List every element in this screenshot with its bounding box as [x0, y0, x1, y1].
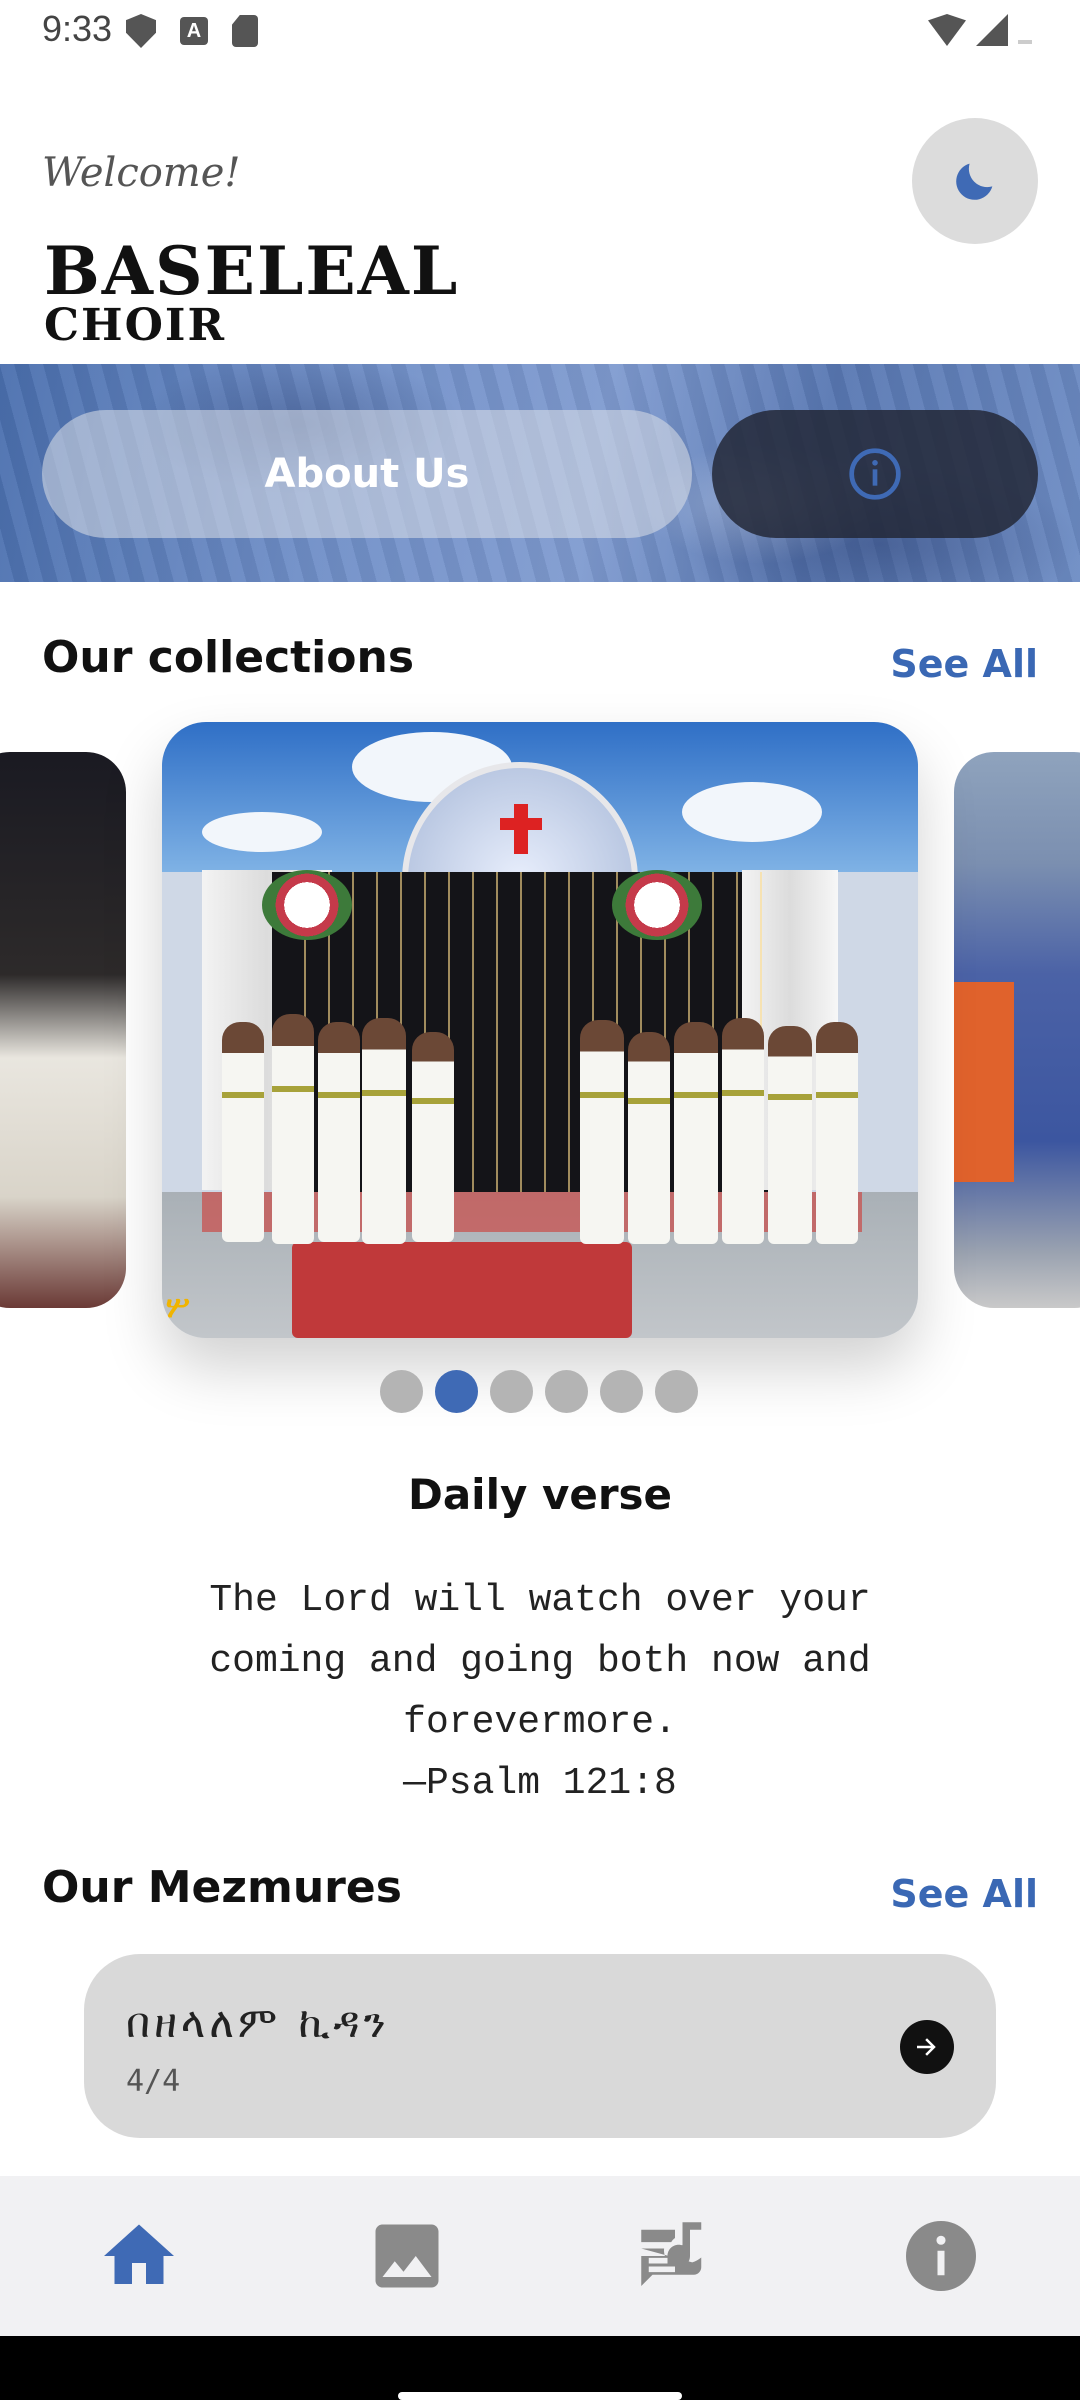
image-icon — [375, 2224, 439, 2288]
daily-verse-text: The Lord will watch over your coming and… — [140, 1570, 940, 1814]
wifi-icon — [928, 14, 966, 46]
carousel-dot[interactable] — [600, 1370, 643, 1413]
battery-icon — [1018, 40, 1032, 44]
choir-watermark: ሦ — [166, 1290, 190, 1325]
sd-card-icon — [232, 15, 258, 47]
about-banner: About Us — [0, 364, 1080, 582]
carousel-dot-active[interactable] — [435, 1370, 478, 1413]
verse-body: The Lord will watch over your coming and… — [209, 1579, 871, 1744]
info-icon — [849, 448, 901, 500]
welcome-text: Welcome! — [42, 150, 241, 196]
brand-title: BASELEAL — [44, 232, 460, 310]
collections-title: Our collections — [42, 632, 415, 683]
nav-home[interactable] — [4, 2176, 274, 2336]
daily-verse-title: Daily verse — [407, 1470, 673, 1519]
status-icons-right — [928, 14, 1032, 46]
shield-icon — [126, 14, 156, 48]
moon-icon — [956, 163, 993, 200]
mezmur-title: በዘላለም ኪዳን — [126, 1998, 390, 2047]
about-us-button[interactable]: About Us — [42, 410, 692, 538]
mezmur-list-item[interactable]: በዘላለም ኪዳን 4/4 — [84, 1954, 996, 2138]
carousel-dot[interactable] — [655, 1370, 698, 1413]
status-time: 9:33 — [42, 8, 113, 49]
home-icon — [104, 2224, 174, 2284]
lyrics-icon — [641, 2222, 702, 2286]
about-us-label: About Us — [264, 451, 470, 497]
bottom-navigation — [0, 2176, 1080, 2336]
collection-card-current[interactable]: ሦ — [162, 722, 918, 1338]
status-bar: 9:33 A — [0, 0, 1080, 64]
collections-see-all-link[interactable]: See All — [890, 642, 1038, 686]
carousel-dot[interactable] — [545, 1370, 588, 1413]
system-navigation-bar — [0, 2336, 1080, 2400]
arrow-right-icon[interactable] — [900, 2020, 954, 2074]
carousel-dot[interactable] — [490, 1370, 533, 1413]
mezmures-title: Our Mezmures — [42, 1862, 402, 1913]
theme-toggle-button[interactable] — [912, 118, 1038, 244]
nav-gallery[interactable] — [272, 2176, 542, 2336]
carousel-indicator — [380, 1370, 698, 1413]
verse-reference: —Psalm 121:8 — [403, 1762, 677, 1805]
collection-card-prev[interactable] — [0, 752, 126, 1308]
info-button[interactable] — [712, 410, 1038, 538]
home-gesture-handle[interactable] — [398, 2392, 682, 2400]
mezmures-see-all-link[interactable]: See All — [890, 1872, 1038, 1916]
collection-card-next[interactable] — [954, 752, 1080, 1308]
font-icon: A — [180, 17, 208, 45]
info-icon — [906, 2221, 976, 2291]
nav-lyrics[interactable] — [540, 2176, 810, 2336]
brand-subtitle: CHOIR — [44, 300, 227, 351]
mezmur-count: 4/4 — [126, 2064, 181, 2099]
cell-signal-icon — [976, 14, 1008, 46]
carousel-dot[interactable] — [380, 1370, 423, 1413]
status-icons-left: A — [126, 14, 258, 48]
nav-info[interactable] — [806, 2176, 1076, 2336]
